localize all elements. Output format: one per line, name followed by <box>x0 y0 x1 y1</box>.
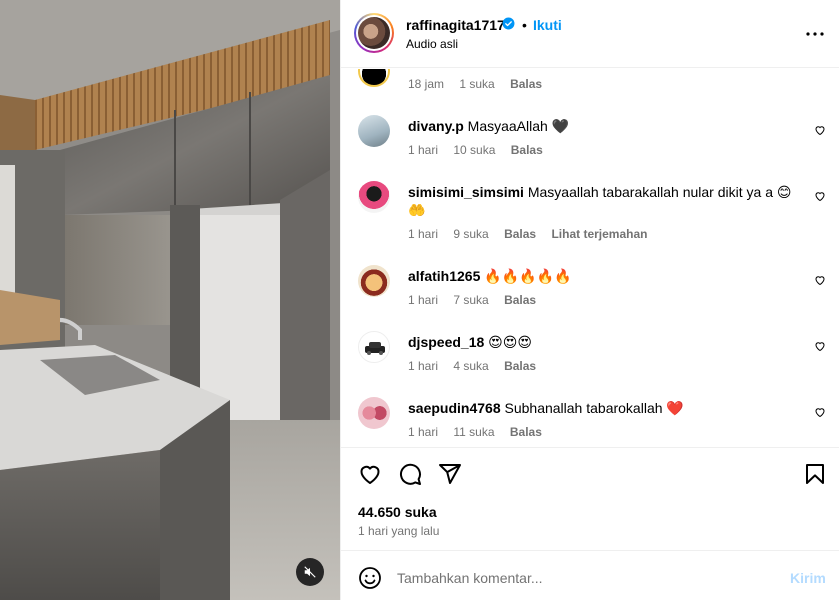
comment-meta: 18 jam 1 suka Balas <box>408 77 554 91</box>
comment-avatar[interactable] <box>358 69 390 87</box>
comments-list[interactable]: 18 jam 1 suka Balas divany.p MasyaaAllah… <box>341 69 839 447</box>
comment-avatar[interactable] <box>358 331 390 363</box>
separator-dot: • <box>522 17 527 33</box>
comment-time: 1 hari <box>408 293 439 307</box>
comment-like-heart-icon[interactable] <box>814 124 826 136</box>
comment-meta: 1 hari 9 suka Balas Lihat terjemahan <box>408 227 659 241</box>
comment-username[interactable]: saepudin4768 <box>408 400 501 416</box>
audio-label[interactable]: Audio asli <box>406 37 458 51</box>
comment-input[interactable] <box>397 567 777 589</box>
verified-badge-icon <box>502 17 515 30</box>
comment-time: 1 hari <box>408 359 439 373</box>
comment-icon[interactable] <box>398 462 422 486</box>
post-details-panel: raffinagita1717 • Ikuti Audio asli 18 ja… <box>340 0 839 600</box>
comment-meta: 1 hari 10 suka Balas <box>408 143 555 157</box>
mute-toggle-button[interactable] <box>296 558 324 586</box>
comment-username[interactable]: alfatih1265 <box>408 268 480 284</box>
comment-username[interactable]: divany.p <box>408 118 464 134</box>
comment-likes[interactable]: 10 suka <box>453 143 495 157</box>
comment-time: 18 jam <box>408 77 445 91</box>
comment-avatar[interactable] <box>358 115 390 147</box>
likes-count[interactable]: 44.650 suka <box>358 504 437 520</box>
kitchen-video-frame <box>0 0 340 600</box>
send-comment-button[interactable]: Kirim <box>790 570 826 586</box>
comment-likes[interactable]: 4 suka <box>453 359 488 373</box>
comment-composer: Kirim <box>341 550 839 600</box>
comment-likes[interactable]: 7 suka <box>453 293 488 307</box>
comment-likes[interactable]: 9 suka <box>453 227 488 241</box>
reply-button[interactable]: Balas <box>511 143 543 157</box>
more-options-icon[interactable] <box>803 22 827 46</box>
see-translation-button[interactable]: Lihat terjemahan <box>551 227 647 241</box>
comment-avatar[interactable] <box>358 397 390 429</box>
comment-likes[interactable]: 11 suka <box>453 425 494 439</box>
comment-text: MasyaaAllah 🖤 <box>467 118 570 134</box>
reply-button[interactable]: Balas <box>510 77 542 91</box>
comment-meta: 1 hari 11 suka Balas <box>408 425 554 439</box>
post-header: raffinagita1717 • Ikuti Audio asli <box>341 0 839 68</box>
comment-text-line: alfatih1265 🔥🔥🔥🔥🔥 <box>408 267 808 285</box>
comment-like-heart-icon[interactable] <box>814 406 826 418</box>
comment-text: Masyaallah tabarakallah nular dikit ya a… <box>527 184 792 200</box>
emoji-icon[interactable] <box>358 566 382 590</box>
heart-icon[interactable] <box>358 462 382 486</box>
comment-text: 😍😍😍 <box>488 334 532 350</box>
comment-text-line: divany.p MasyaaAllah 🖤 <box>408 117 808 135</box>
comment-avatar[interactable] <box>358 265 390 297</box>
reply-button[interactable]: Balas <box>504 293 536 307</box>
comment-like-heart-icon[interactable] <box>814 190 826 202</box>
follow-button[interactable]: Ikuti <box>533 17 562 33</box>
comment-time: 1 hari <box>408 227 439 241</box>
comment-likes[interactable]: 1 suka <box>459 77 494 91</box>
comment-like-heart-icon[interactable] <box>814 340 826 352</box>
reply-button[interactable]: Balas <box>504 359 536 373</box>
speaker-muted-icon <box>304 566 316 578</box>
comment-text-line: saepudin4768 Subhanallah tabarokallah ❤️ <box>408 399 808 417</box>
comment-text-line: djspeed_18 😍😍😍 <box>408 333 808 351</box>
comment-meta: 1 hari 7 suka Balas <box>408 293 548 307</box>
comment-avatar[interactable] <box>358 181 390 213</box>
post-video[interactable] <box>0 0 340 600</box>
author-username[interactable]: raffinagita1717 <box>406 17 505 33</box>
bookmark-icon[interactable] <box>803 462 827 486</box>
share-icon[interactable] <box>438 462 462 486</box>
comment-meta: 1 hari 4 suka Balas <box>408 359 548 373</box>
comment-username[interactable]: djspeed_18 <box>408 334 484 350</box>
post-timestamp[interactable]: 1 hari yang lalu <box>358 524 439 538</box>
comment-text: 🔥🔥🔥🔥🔥 <box>484 268 572 284</box>
comment-time: 1 hari <box>408 143 439 157</box>
post-actions-bar: 44.650 suka 1 hari yang lalu <box>341 447 839 550</box>
reply-button[interactable]: Balas <box>504 227 536 241</box>
comment-like-heart-icon[interactable] <box>814 274 826 286</box>
comment-text: Subhanallah tabarokallah ❤️ <box>504 400 684 416</box>
comment-username[interactable]: simisimi_simsimi <box>408 184 524 200</box>
comment-time: 1 hari <box>408 425 439 439</box>
car-avatar-image <box>365 342 385 355</box>
comment-text-continued: 🤲 <box>408 202 426 218</box>
comment-text-line: simisimi_simsimi Masyaallah tabarakallah… <box>408 183 808 201</box>
author-avatar[interactable] <box>354 13 394 53</box>
comment-text-line: 🤲 <box>408 201 808 219</box>
reply-button[interactable]: Balas <box>510 425 542 439</box>
